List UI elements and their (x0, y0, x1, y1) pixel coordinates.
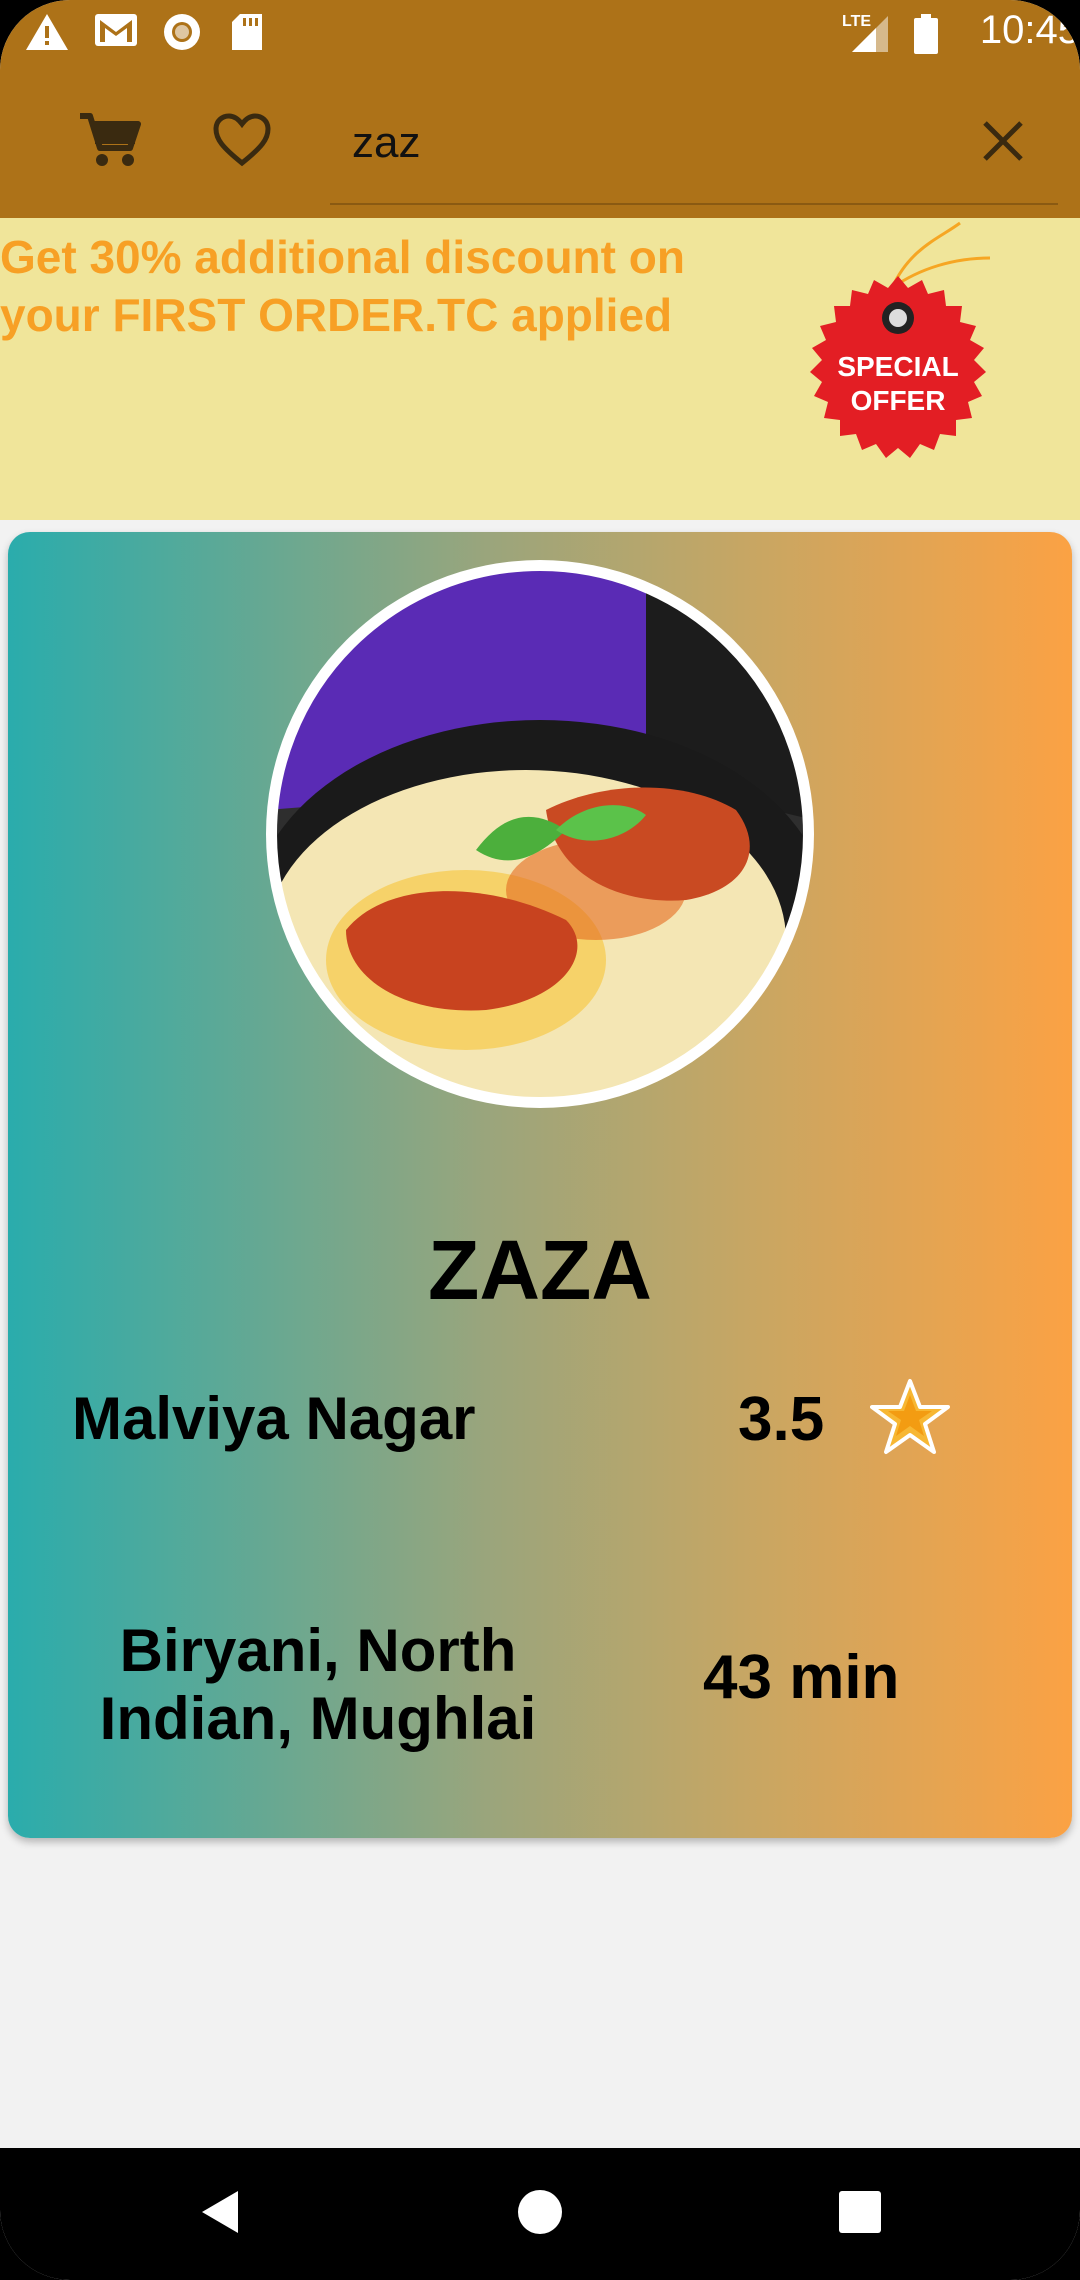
close-icon (981, 119, 1025, 168)
restaurant-cuisine: Biryani, North Indian, Mughlai (99, 1617, 537, 1752)
special-offer-badge: SPECIAL OFFER (780, 218, 1010, 468)
record-icon (162, 12, 202, 57)
search-field-container (330, 98, 1058, 205)
warning-icon (24, 12, 70, 57)
recents-icon (839, 2190, 881, 2238)
status-bar: LTE 10:45 (0, 0, 1080, 66)
cart-button[interactable] (72, 104, 148, 180)
home-button[interactable] (490, 2148, 590, 2280)
restaurant-card[interactable]: ZAZA Malviya Nagar 3.5 Biryani, North In… (8, 532, 1072, 1838)
app-screen: LTE 10:45 zaz Get 30% additional discoun… (0, 0, 1080, 2280)
gmail-icon (94, 12, 138, 53)
network-label: LTE (842, 13, 871, 30)
system-nav-bar (0, 2148, 1080, 2280)
delivery-time: 43 min (703, 1643, 900, 1712)
top-bar: LTE 10:45 (0, 0, 1080, 218)
badge-line-1: SPECIAL (837, 351, 958, 382)
home-icon (516, 2188, 564, 2241)
back-icon (198, 2189, 242, 2240)
signal-icon: LTE (838, 10, 894, 59)
restaurant-name: ZAZA (428, 1223, 652, 1317)
clear-search-button[interactable] (968, 108, 1038, 178)
sd-card-icon (230, 12, 264, 57)
offer-text: Get 30% additional discount on your FIRS… (0, 231, 685, 341)
restaurant-rating: 3.5 (738, 1385, 825, 1454)
restaurant-photo (266, 560, 814, 1108)
status-time: 10:45 (979, 8, 1080, 52)
recents-button[interactable] (810, 2148, 910, 2280)
cart-icon (78, 110, 142, 175)
restaurant-location: Malviya Nagar (72, 1385, 476, 1452)
heart-icon (212, 112, 272, 172)
offer-banner[interactable]: Get 30% additional discount on your FIRS… (0, 218, 1080, 520)
battery-icon (912, 14, 940, 59)
search-input[interactable] (350, 112, 954, 174)
back-button[interactable] (170, 2148, 270, 2280)
star-icon (870, 1377, 950, 1457)
favorites-button[interactable] (204, 104, 280, 180)
app-bar (0, 90, 1080, 205)
badge-line-2: OFFER (851, 385, 946, 416)
